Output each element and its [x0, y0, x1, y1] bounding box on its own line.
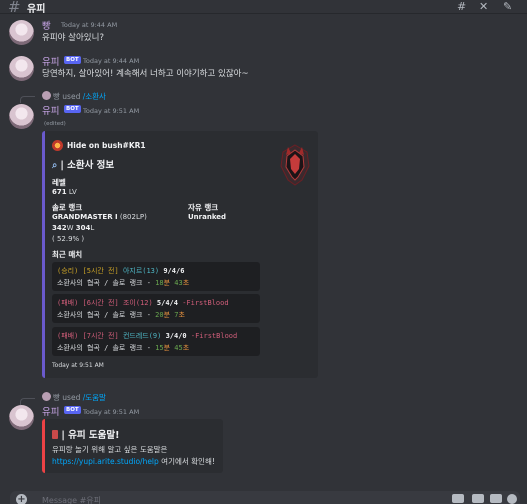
match-detail: 소환사의 협곡 / 솔로 랭크 - 15분 45초: [57, 344, 190, 352]
help-line-1: 유피랑 놀기 위해 알고 싶은 도움말은: [52, 445, 168, 454]
gift-icon[interactable]: [452, 494, 464, 503]
summoner-embed: Hide on bush#KR1 ⌕ | 소환사 정보 레벨 671 LV 솔로 …: [42, 131, 318, 378]
bot-badge: BOT: [64, 406, 81, 414]
match-code-block: (승리) [5시간 전] 아지르(13) 9/4/6 소환사의 협곡 / 솔로 …: [52, 262, 260, 291]
match-code-block: (패배) [7시간 전] 컨드레드(9) 3/4/0 -FirstBlood 소…: [52, 327, 260, 356]
command-reply[interactable]: 빵 used /소환사: [42, 91, 106, 102]
avatar[interactable]: [9, 20, 34, 45]
reply-connector: [20, 96, 35, 103]
help-embed-title: | 유피 도움말!: [52, 427, 119, 441]
author-name[interactable]: 유피: [42, 404, 59, 418]
embed-author[interactable]: Hide on bush#KR1: [52, 140, 146, 151]
message-text: 유피야 살아있니?: [42, 33, 104, 43]
channel-header: # 유피 # ✕ ✎: [0, 0, 527, 16]
help-embed: | 유피 도움말! 유피랑 놀기 위해 알고 싶은 도움말은 https://y…: [42, 419, 223, 473]
message-input[interactable]: Message #유피: [42, 495, 101, 504]
book-icon: [52, 430, 58, 439]
threads-icon[interactable]: #: [457, 0, 466, 13]
magnifier-icon: ⌕: [52, 160, 58, 171]
recent-matches-label: 최근 매치: [52, 250, 83, 259]
reply-user[interactable]: 빵: [53, 393, 60, 402]
timestamp: Today at 9:44 AM: [83, 57, 140, 65]
channel-hash-icon: #: [8, 0, 21, 16]
solo-rank-label: 솔로 랭크: [52, 203, 83, 212]
match-line: (패배) [7시간 전] 컨드레드(9) 3/4/0 -FirstBlood: [57, 332, 238, 340]
solo-rank-tier: GRANDMASTER I (802LP): [52, 213, 147, 221]
author-name[interactable]: 빵: [42, 18, 51, 32]
channel-title: 유피: [27, 4, 46, 15]
avatar[interactable]: [9, 405, 34, 430]
attach-plus-icon[interactable]: +: [16, 494, 27, 504]
flex-rank-value: Unranked: [188, 213, 227, 221]
reply-user[interactable]: 빵: [53, 92, 60, 101]
avatar[interactable]: [9, 56, 34, 81]
match-detail: 소환사의 협곡 / 솔로 랭크 - 18분 43초: [57, 279, 190, 287]
rank-emblem-thumbnail[interactable]: [280, 144, 310, 186]
command-reply[interactable]: 빵 used /도움말: [42, 392, 106, 403]
timestamp: Today at 9:51 AM: [83, 107, 140, 115]
match-line: (패배) [6시간 전] 조이(12) 5/4/4 -FirstBlood: [57, 299, 229, 307]
edited-label: (edited): [44, 121, 66, 127]
flex-rank-label: 자유 랭크: [188, 203, 219, 212]
help-line-2: https://yupi.arite.studio/help 여기에서 확인해!: [52, 457, 215, 466]
reply-used-text: used: [62, 393, 81, 402]
reply-connector: [20, 398, 35, 405]
message-text: 당연하지, 살아있어! 계속해서 너하고 이야기하고 있잖아~: [42, 69, 249, 79]
summoner-icon: [52, 140, 63, 151]
bot-badge: BOT: [64, 105, 81, 113]
match-line: (승리) [5시간 전] 아지르(13) 9/4/6: [57, 267, 185, 275]
avatar[interactable]: [9, 104, 34, 129]
level-value: 671 LV: [52, 188, 77, 196]
timestamp: Today at 9:44 AM: [61, 21, 118, 29]
message-composer[interactable]: + Message #유피: [10, 491, 520, 504]
solo-rank-record: 342W 304L: [52, 224, 95, 232]
match-code-block: (패배) [6시간 전] 조이(12) 5/4/4 -FirstBlood 소환…: [52, 294, 260, 323]
gif-icon[interactable]: [472, 494, 484, 503]
match-detail: 소환사의 협곡 / 솔로 랭크 - 20분 7초: [57, 311, 185, 319]
timestamp: Today at 9:51 AM: [83, 408, 140, 416]
reply-used-text: used: [62, 92, 81, 101]
embed-footer-timestamp: Today at 9:51 AM: [52, 362, 104, 369]
solo-rank-winrate: ( 52.9% ): [52, 235, 85, 243]
reply-command[interactable]: /도움말: [83, 393, 106, 402]
author-name[interactable]: 유피: [42, 103, 59, 117]
emoji-icon[interactable]: [507, 494, 517, 504]
mute-bell-icon[interactable]: ✕: [479, 0, 488, 13]
reply-avatar: [42, 91, 51, 100]
bot-badge: BOT: [64, 56, 81, 64]
pin-icon[interactable]: ✎: [503, 0, 512, 13]
reply-avatar: [42, 392, 51, 401]
reply-command[interactable]: /소환사: [83, 92, 106, 101]
level-label: 레벨: [52, 178, 66, 187]
embed-title: ⌕ | 소환사 정보: [52, 160, 115, 171]
author-name[interactable]: 유피: [42, 54, 59, 68]
help-link[interactable]: https://yupi.arite.studio/help: [52, 457, 159, 466]
sticker-icon[interactable]: [490, 494, 502, 503]
